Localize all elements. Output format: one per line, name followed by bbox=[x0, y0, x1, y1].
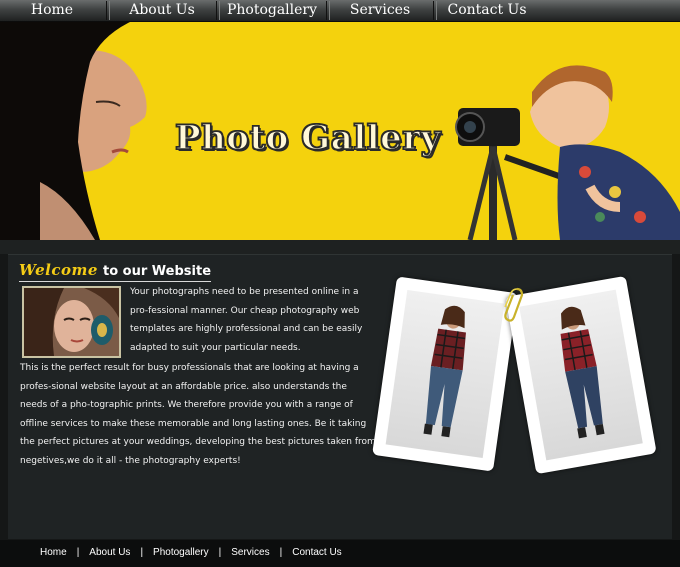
welcome-heading: Welcome to our Website bbox=[19, 260, 212, 282]
nav-about-us[interactable]: About Us bbox=[110, 0, 214, 21]
nav-home[interactable]: Home bbox=[0, 0, 104, 21]
nav-photogallery[interactable]: Photogallery bbox=[220, 0, 324, 21]
header-banner: Photo Gallery bbox=[0, 22, 680, 240]
banner-divider bbox=[0, 240, 680, 254]
footer-link-services[interactable]: Services bbox=[231, 547, 269, 558]
footer-nav: Home | About Us | Photogallery | Services | Cont… bbox=[40, 547, 342, 558]
footer-link-contact-us[interactable]: Contact Us bbox=[292, 547, 341, 558]
model-photo-right bbox=[560, 306, 605, 439]
footer-separator: | bbox=[218, 547, 222, 558]
polaroid-photo-left bbox=[372, 276, 518, 472]
model-photo-left bbox=[423, 305, 466, 438]
footer-link-photogallery[interactable]: Photogallery bbox=[153, 547, 209, 558]
paperclip-icon bbox=[504, 287, 524, 322]
welcome-rest: to our Website bbox=[103, 264, 212, 279]
description-paragraph: This is the perfect result for busy prof… bbox=[20, 363, 376, 466]
top-nav-bar: Home About Us Photogallery Services Cont… bbox=[0, 0, 680, 22]
footer: Home | About Us | Photogallery | Services | Cont… bbox=[0, 540, 680, 567]
welcome-highlight: Welcome bbox=[19, 261, 98, 279]
footer-link-about-us[interactable]: About Us bbox=[89, 547, 130, 558]
nav-services[interactable]: Services bbox=[330, 0, 430, 21]
footer-separator: | bbox=[279, 547, 283, 558]
model-portrait-image bbox=[24, 288, 119, 356]
intro-paragraph: Your photographs need to be presented on… bbox=[130, 287, 363, 353]
footer-separator: | bbox=[76, 547, 80, 558]
footer-link-home[interactable]: Home bbox=[40, 547, 67, 558]
nav-contact-us[interactable]: Contact Us bbox=[437, 0, 537, 21]
model-thumbnail bbox=[22, 286, 121, 358]
banner-title: Photo Gallery bbox=[174, 117, 441, 159]
footer-separator: | bbox=[140, 547, 144, 558]
